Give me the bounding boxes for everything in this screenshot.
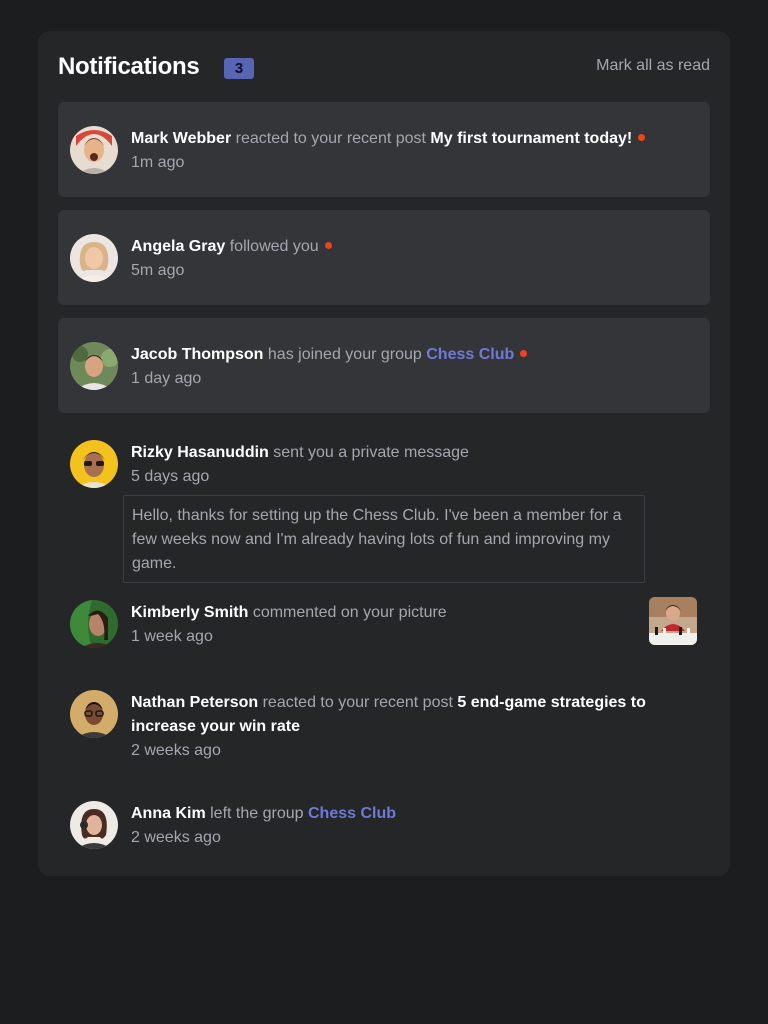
notification-item[interactable]: Angela Gray followed you 5m ago [58,210,710,305]
unread-dot-icon [520,350,528,358]
notification-item[interactable]: Mark Webber reacted to your recent post … [58,102,710,197]
unread-dot-icon [638,134,646,142]
notifications-header: Notifications 3 Mark all as read [58,53,710,81]
commented-picture-thumbnail[interactable] [649,597,697,645]
notification-action: left the group [210,805,304,822]
notification-action: sent you a private message [273,444,469,461]
notification-time: 1 day ago [131,370,202,387]
page-title: Notifications [58,53,200,80]
notification-time: 1m ago [131,154,185,171]
notification-text: Nathan Peterson reacted to your recent p… [131,691,670,763]
notification-item[interactable]: Kimberly Smith commented on your picture… [58,576,710,661]
notification-text: Mark Webber reacted to your recent post … [131,127,670,175]
avatar[interactable] [70,342,118,390]
user-name[interactable]: Angela Gray [131,238,225,255]
notification-action: has joined your group [267,346,422,363]
private-message-preview[interactable]: Hello, thanks for setting up the Chess C… [123,495,645,583]
notification-text: Rizky Hasanuddin sent you a private mess… [131,441,670,489]
notification-action: commented on your picture [252,604,447,621]
notification-item[interactable]: Jacob Thompson has joined your group Che… [58,318,710,413]
user-name[interactable]: Rizky Hasanuddin [131,444,269,461]
notification-time: 2 weeks ago [131,829,221,846]
notification-text: Kimberly Smith commented on your picture… [131,601,670,649]
user-name[interactable]: Anna Kim [131,805,206,822]
avatar[interactable] [70,600,118,648]
avatar[interactable] [70,801,118,849]
notification-text: Anna Kim left the group Chess Club 2 wee… [131,802,670,850]
notification-time: 2 weeks ago [131,742,221,759]
notification-time: 5m ago [131,262,185,279]
notification-item[interactable]: Nathan Peterson reacted to your recent p… [58,666,710,766]
user-name[interactable]: Mark Webber [131,130,231,147]
avatar[interactable] [70,126,118,174]
avatar[interactable] [70,234,118,282]
notification-action: reacted to your recent post [235,130,426,147]
notification-time: 5 days ago [131,468,210,485]
notification-action: reacted to your recent post [262,694,453,711]
notification-text: Angela Gray followed you 5m ago [131,235,670,283]
user-name[interactable]: Kimberly Smith [131,604,248,621]
notifications-card: Notifications 3 Mark all as read Mark We… [38,31,730,876]
group-link[interactable]: Chess Club [308,805,396,822]
avatar[interactable] [70,440,118,488]
mark-all-read-button[interactable]: Mark all as read [596,57,710,75]
notification-text: Jacob Thompson has joined your group Che… [131,343,670,391]
avatar[interactable] [70,690,118,738]
notification-time: 1 week ago [131,628,213,645]
unread-dot-icon [324,242,332,250]
notification-action: followed you [229,238,319,255]
notification-item[interactable]: Anna Kim left the group Chess Club 2 wee… [58,777,710,857]
group-link[interactable]: Chess Club [426,346,514,363]
user-name[interactable]: Jacob Thompson [131,346,263,363]
post-link[interactable]: My first tournament today! [430,130,632,147]
unread-count-badge: 3 [224,58,254,79]
user-name[interactable]: Nathan Peterson [131,694,258,711]
